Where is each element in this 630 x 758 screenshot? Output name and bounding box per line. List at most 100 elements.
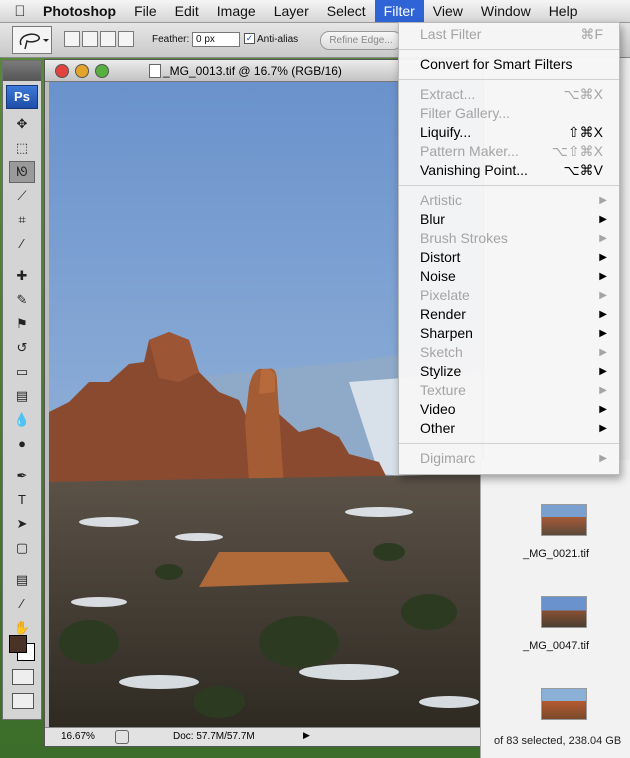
new-selection-mode-button[interactable] [64,31,80,47]
menu-item-sketch: Sketch ▶ [399,343,619,362]
menu-item-label: Vanishing Point... [420,162,528,178]
menu-item-render[interactable]: Render ▶ [399,305,619,324]
shape-tool[interactable]: ▢ [9,537,35,559]
menu-item-label: Convert for Smart Filters [420,56,573,72]
filter-menu: Last Filter ⌘F Convert for Smart Filters Ex… [398,22,620,475]
menu-item-label: Pixelate [420,287,470,303]
path-selection-tool[interactable]: ➤ [9,513,35,535]
app-menu[interactable]: Photoshop [34,0,125,22]
menu-item-stylize[interactable]: Stylize ▶ [399,362,619,381]
move-tool[interactable]: ✥ [9,113,35,135]
status-options-button[interactable] [115,730,129,744]
apple-menu-icon[interactable]:  [6,3,34,20]
submenu-arrow-icon: ▶ [599,290,607,301]
menu-item-shortcut: ⌥⌘X [563,86,603,102]
quick-mask-button[interactable] [12,669,34,685]
zoom-window-button[interactable] [95,64,109,78]
thumbnail-image[interactable] [541,688,587,720]
menu-item-label: Distort [420,249,461,265]
menu-item-label: Render [420,306,466,322]
menu-item-pattern-maker: Pattern Maker... ⌥⇧⌘X [399,142,619,161]
quick-selection-tool[interactable]: ⟋ [9,185,35,207]
menu-item-liquify[interactable]: Liquify... ⇧⌘X [399,123,619,142]
eyedropper-2-tool[interactable]: ⁄ [9,593,35,615]
lasso-icon [19,33,49,50]
marquee-tool[interactable]: ⬚ [9,137,35,159]
type-tool[interactable]: T [9,489,35,511]
blur-tool[interactable]: 💧 [9,409,35,431]
pen-tool[interactable]: ✒ [9,465,35,487]
menu-item-shortcut: ⌘F [580,26,603,42]
status-arrow-icon[interactable]: ▶ [303,730,310,741]
menu-item-label: Blur [420,211,445,227]
gradient-tool[interactable]: ▤ [9,385,35,407]
intersect-selection-mode-button[interactable] [118,31,134,47]
menu-item-shortcut: ⇧⌘X [567,124,603,140]
menu-item-other[interactable]: Other ▶ [399,419,619,438]
antialias-checkbox[interactable]: ✓ [244,33,255,44]
submenu-arrow-icon: ▶ [599,233,607,244]
menu-item-shortcut: ⌥⇧⌘X [551,143,603,159]
tools-separator [3,561,41,567]
menu-item-noise[interactable]: Noise ▶ [399,267,619,286]
menu-item-label: Brush Strokes [420,230,508,246]
menu-help[interactable]: Help [540,0,587,22]
menu-item-blur[interactable]: Blur ▶ [399,210,619,229]
foreground-color-swatch[interactable] [9,635,27,653]
lasso-tool[interactable]: ᘚ [9,161,35,183]
menu-item-pixelate: Pixelate ▶ [399,286,619,305]
menu-item-vanishing-point[interactable]: Vanishing Point... ⌥⌘V [399,161,619,180]
menu-item-sharpen[interactable]: Sharpen ▶ [399,324,619,343]
menu-item-label: Sharpen [420,325,473,341]
tools-panel-grip[interactable] [3,61,41,81]
menu-image[interactable]: Image [208,0,265,22]
photoshop-logo: Ps [6,85,38,109]
submenu-arrow-icon: ▶ [599,404,607,415]
history-brush-tool[interactable]: ↺ [9,337,35,359]
tools-separator [3,257,41,263]
menu-bar:  Photoshop File Edit Image Layer Select… [0,0,630,23]
eraser-tool[interactable]: ▭ [9,361,35,383]
subtract-selection-mode-button[interactable] [100,31,116,47]
close-window-button[interactable] [55,64,69,78]
menu-item-distort[interactable]: Distort ▶ [399,248,619,267]
menu-view[interactable]: View [424,0,472,22]
tools-panel: Ps ✥⬚ᘚ⟋⌗⁄✚✎⚑↺▭▤💧●✒T➤▢▤⁄✋🔍 [2,60,42,720]
thumbnail-image[interactable] [541,596,587,628]
menu-edit[interactable]: Edit [166,0,208,22]
clone-stamp-tool[interactable]: ⚑ [9,313,35,335]
add-selection-mode-button[interactable] [82,31,98,47]
menu-item-convert-for-smart-filters[interactable]: Convert for Smart Filters [399,55,619,74]
menu-window[interactable]: Window [472,0,540,22]
eyedropper-tool[interactable]: ⁄ [9,233,35,255]
minimize-window-button[interactable] [75,64,89,78]
menu-item-digimarc: Digimarc ▶ [399,449,619,468]
menu-filter[interactable]: Filter [374,0,424,22]
crop-tool[interactable]: ⌗ [9,209,35,231]
feather-input[interactable]: 0 px [192,32,240,47]
refine-edge-button[interactable]: Refine Edge... [320,31,402,50]
menu-file[interactable]: File [125,0,166,22]
antialias-label: Anti-alias [257,34,299,45]
notes-tool[interactable]: ▤ [9,569,35,591]
thumbnail-label[interactable]: _MG_0021.tif [481,548,630,560]
menu-item-label: Pattern Maker... [420,143,519,159]
document-size: Doc: 57.7M/57.7M [173,731,255,742]
tool-preset-picker[interactable] [12,26,52,54]
thumbnail-label[interactable]: _MG_0047.tif [481,640,630,652]
screen-mode-button[interactable] [12,693,34,709]
menu-item-filter-gallery: Filter Gallery... [399,104,619,123]
menu-item-shortcut: ⌥⌘V [563,162,603,178]
tools-separator [3,457,41,463]
submenu-arrow-icon: ▶ [599,347,607,358]
submenu-arrow-icon: ▶ [599,214,607,225]
menu-item-video[interactable]: Video ▶ [399,400,619,419]
healing-brush-tool[interactable]: ✚ [9,265,35,287]
menu-select[interactable]: Select [318,0,375,22]
thumbnail-image[interactable] [541,504,587,536]
menu-layer[interactable]: Layer [265,0,318,22]
menu-item-label: Artistic [420,192,462,208]
dodge-tool[interactable]: ● [9,433,35,455]
brush-tool[interactable]: ✎ [9,289,35,311]
zoom-level[interactable]: 16.67% [61,731,95,742]
